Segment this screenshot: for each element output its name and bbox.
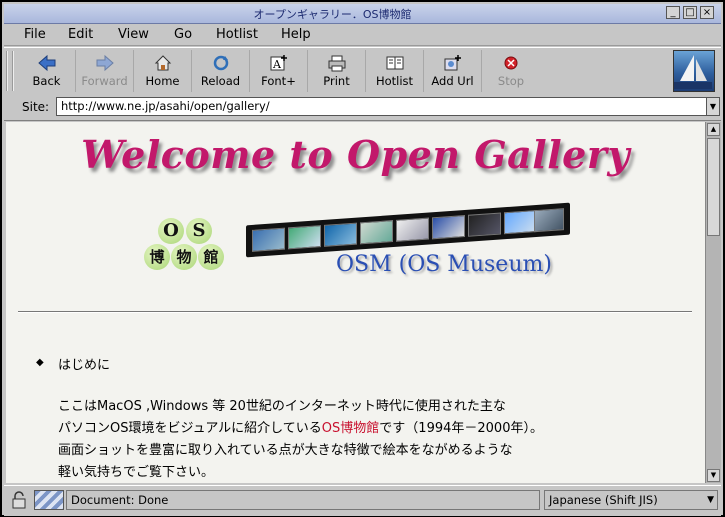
home-icon — [154, 55, 171, 71]
close-button[interactable]: × — [700, 6, 714, 19]
progress-indicator — [34, 490, 64, 510]
reload-label: Reload — [200, 74, 241, 88]
os-museum-link[interactable]: OS博物館 — [322, 421, 380, 436]
logo-letter-s: S — [186, 218, 212, 244]
encoding-selector[interactable]: Japanese (Shift JIS) ▼ — [544, 490, 718, 510]
reload-icon — [213, 55, 228, 71]
para-line-2: パソコンOS環境をビジュアルに紹介しているOS博物館です（1994年－2000年… — [58, 418, 543, 440]
url-history-dropdown[interactable]: ▼ — [706, 97, 720, 116]
film-frame — [504, 209, 537, 235]
para-line-3: 画面ショットを豊富に取り入れている点が大きな特徴で絵本をながめるような — [58, 443, 513, 458]
os-museum-logo[interactable]: O S 博 物 館 — [144, 218, 224, 274]
title-bar[interactable]: オープンギャラリー．OS博物館 _ □ × — [4, 4, 721, 24]
status-text: Document: Done — [66, 490, 540, 510]
horizontal-rule — [18, 311, 692, 313]
bullet-icon: ◆ — [36, 357, 44, 368]
vertical-scrollbar[interactable]: ▲ ▼ — [705, 122, 721, 483]
print-button[interactable]: Print — [308, 50, 366, 92]
forward-button[interactable]: Forward — [76, 50, 134, 92]
menu-view[interactable]: View — [118, 27, 149, 42]
film-frame — [252, 227, 285, 252]
toolbar: Back Forward Home Reload A Font+ Print H… — [4, 47, 721, 95]
scroll-down-arrow[interactable]: ▼ — [707, 469, 720, 482]
menu-bar: File Edit View Go Hotlist Help — [4, 25, 721, 46]
film-frame — [468, 212, 501, 237]
film-frame — [324, 222, 357, 247]
home-label: Home — [145, 74, 180, 88]
stop-label: Stop — [497, 74, 525, 88]
logo-kanji-2: 物 — [171, 244, 197, 270]
encoding-label: Japanese (Shift JIS) — [549, 493, 658, 507]
menu-edit[interactable]: Edit — [68, 27, 93, 42]
hotlist-label: Hotlist — [375, 74, 414, 88]
menu-hotlist[interactable]: Hotlist — [216, 27, 258, 42]
page-content: Welcome to Open Gallery O S 博 物 館 OSM (O… — [6, 122, 705, 483]
logo-letter-o: O — [158, 218, 184, 244]
stop-button[interactable]: Stop — [482, 50, 540, 92]
welcome-heading: Welcome to Open Gallery — [81, 132, 630, 177]
para-line-2-pre: パソコンOS環境をビジュアルに紹介している — [58, 421, 322, 436]
font-plus-button[interactable]: A Font+ — [250, 50, 308, 92]
intro-heading: はじめに — [58, 358, 111, 373]
browser-window: オープンギャラリー．OS博物館 _ □ × File Edit View Go … — [0, 0, 725, 517]
back-arrow-icon — [37, 54, 55, 72]
forward-label: Forward — [81, 74, 128, 88]
add-url-label: Add Url — [431, 74, 474, 88]
maximize-button[interactable]: □ — [683, 6, 697, 19]
para-line-1: ここはMacOS ,Windows 等 20世紀のインターネット時代に使用された… — [58, 399, 506, 414]
scroll-thumb[interactable] — [707, 138, 720, 236]
font-plus-icon: A — [270, 55, 287, 71]
menu-help[interactable]: Help — [281, 27, 311, 42]
add-url-icon — [444, 55, 461, 71]
stop-icon — [504, 56, 518, 70]
hotlist-book-icon — [386, 56, 403, 70]
print-label: Print — [323, 74, 350, 88]
add-url-button[interactable]: Add Url — [424, 50, 482, 92]
logo-kanji-1: 博 — [144, 244, 170, 270]
location-bar: Site: http://www.ne.jp/asahi/open/galler… — [4, 94, 721, 121]
toolbar-grip[interactable] — [6, 51, 14, 91]
browser-logo[interactable] — [673, 50, 715, 92]
menu-file[interactable]: File — [24, 27, 46, 42]
svg-text:A: A — [272, 58, 282, 71]
film-frame — [288, 225, 321, 250]
para-line-4: 軽い気持ちでご覧下さい。 — [58, 465, 215, 480]
font-plus-label: Font+ — [261, 74, 296, 88]
logo-kanji-3: 館 — [198, 244, 224, 270]
hotlist-button[interactable]: Hotlist — [366, 50, 424, 92]
forward-arrow-icon — [96, 54, 114, 72]
printer-icon — [328, 55, 345, 72]
window-title: オープンギャラリー．OS博物館 — [253, 8, 412, 21]
film-frame — [360, 220, 393, 245]
home-button[interactable]: Home — [134, 50, 192, 92]
para-line-2-post: です（1994年－2000年）。 — [379, 421, 543, 436]
minimize-button[interactable]: _ — [666, 6, 680, 19]
status-bar: Document: Done Japanese (Shift JIS) ▼ — [4, 485, 721, 516]
osm-caption[interactable]: OSM (OS Museum) — [336, 252, 552, 277]
menu-go[interactable]: Go — [174, 27, 192, 42]
back-button[interactable]: Back — [18, 50, 76, 92]
security-lock-icon[interactable] — [11, 491, 27, 509]
film-frame — [396, 217, 429, 242]
os-screenshot-filmstrip[interactable] — [246, 202, 570, 258]
chevron-down-icon: ▼ — [707, 495, 714, 505]
back-label: Back — [32, 74, 61, 88]
intro-paragraph: ここはMacOS ,Windows 等 20世紀のインターネット時代に使用された… — [58, 396, 543, 483]
sailboat-logo-icon — [674, 55, 712, 89]
url-input[interactable]: http://www.ne.jp/asahi/open/gallery/ — [56, 97, 707, 116]
film-frame — [534, 208, 564, 233]
scroll-up-arrow[interactable]: ▲ — [707, 123, 720, 136]
site-label: Site: — [22, 100, 50, 114]
reload-button[interactable]: Reload — [192, 50, 250, 92]
film-frame — [432, 215, 465, 240]
